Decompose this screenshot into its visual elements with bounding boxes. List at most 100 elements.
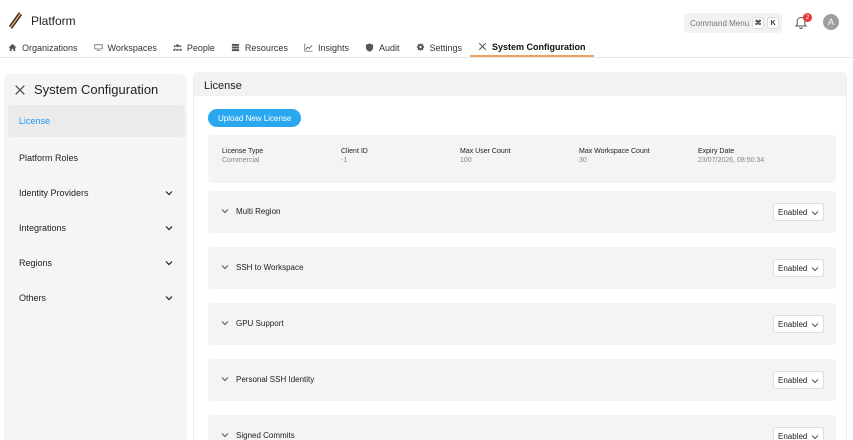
chevron-down-icon: [811, 211, 819, 216]
nav-label: Resources: [244, 42, 288, 53]
feature-status-value: Enabled: [778, 431, 808, 440]
chevron-down-icon: [811, 435, 819, 440]
max-user-count-value: 100: [460, 157, 472, 164]
home-icon: [8, 43, 17, 52]
config-sidebar: System Configuration License Platform Ro…: [4, 74, 187, 440]
database-icon: [231, 43, 240, 52]
chevron-down-icon[interactable]: [221, 431, 229, 439]
feature-ssh-to-workspace[interactable]: SSH to Workspace Enabled: [208, 247, 836, 289]
sidebar-item-label: Others: [19, 292, 47, 303]
chevron-down-icon: [811, 267, 819, 272]
feature-status-select[interactable]: Enabled: [773, 315, 824, 333]
notification-badge: 2: [803, 13, 812, 22]
sidebar-menu: License Platform Roles Identity Provider…: [8, 105, 185, 315]
chevron-down-icon: [811, 379, 819, 384]
chevron-down-icon: [165, 190, 173, 195]
max-workspace-count-label: Max Workspace Count: [579, 148, 650, 155]
max-user-count-label: Max User Count: [460, 148, 511, 155]
k-key: K: [767, 17, 780, 29]
main-nav: Organizations Workspaces People Resource…: [0, 38, 594, 58]
chart-icon: [304, 43, 313, 52]
feature-name: Personal SSH Identity: [236, 375, 315, 384]
sidebar-item-label: Identity Providers: [19, 187, 89, 198]
chevron-down-icon[interactable]: [221, 319, 229, 327]
feature-status-select[interactable]: Enabled: [773, 259, 824, 277]
monitor-icon: [93, 44, 103, 51]
chevron-down-icon[interactable]: [221, 375, 229, 383]
command-menu-button[interactable]: Command Menu ⌘ K: [684, 13, 782, 33]
feature-status-value: Enabled: [778, 263, 808, 273]
feature-status-value: Enabled: [778, 319, 808, 329]
nav-resources[interactable]: Resources: [223, 38, 296, 57]
top-bar: Platform Command Menu ⌘ K 2 A Organizati…: [0, 0, 853, 58]
command-menu-label: Command Menu: [690, 18, 750, 28]
nav-label: People: [186, 42, 215, 53]
feature-multi-region[interactable]: Multi Region Enabled: [208, 191, 836, 233]
client-id-value: -1: [341, 157, 348, 164]
feature-name: Multi Region: [236, 207, 281, 216]
nav-people[interactable]: People: [165, 38, 223, 57]
nav-label: Audit: [378, 42, 400, 53]
expiry-date-value: 23/07/2026, 08:50:34: [698, 157, 765, 164]
feature-gpu-support[interactable]: GPU Support Enabled: [208, 303, 836, 345]
sidebar-item-label: Regions: [19, 257, 53, 268]
sidebar-item-label: Platform Roles: [19, 152, 79, 163]
nav-insights[interactable]: Insights: [296, 38, 357, 57]
sidebar-item-others[interactable]: Others: [8, 280, 185, 315]
chevron-down-icon: [165, 225, 173, 230]
nav-label: Workspaces: [107, 42, 157, 53]
logo-icon[interactable]: [7, 10, 23, 30]
feature-name: Signed Commits: [236, 431, 295, 440]
feature-status-select[interactable]: Enabled: [773, 427, 824, 440]
max-workspace-count-field: Max Workspace Count 30: [579, 148, 650, 164]
feature-status-select[interactable]: Enabled: [773, 371, 824, 389]
nav-workspaces[interactable]: Workspaces: [86, 38, 165, 57]
sidebar-item-regions[interactable]: Regions: [8, 245, 185, 280]
feature-personal-ssh-identity[interactable]: Personal SSH Identity Enabled: [208, 359, 836, 401]
chevron-down-icon: [165, 260, 173, 265]
app-title: Platform: [31, 14, 76, 28]
nav-system-configuration[interactable]: System Configuration: [470, 38, 594, 57]
feature-status-value: Enabled: [778, 375, 808, 385]
sidebar-item-platform-roles[interactable]: Platform Roles: [8, 140, 185, 175]
sidebar-item-integrations[interactable]: Integrations: [8, 210, 185, 245]
nav-organizations[interactable]: Organizations: [0, 38, 86, 57]
nav-label: Insights: [317, 42, 349, 53]
client-id-field: Client ID -1: [341, 148, 368, 164]
panel-title: License: [194, 73, 846, 96]
cmd-key: ⌘: [752, 17, 765, 29]
nav-settings[interactable]: Settings: [408, 38, 471, 57]
expiry-date-field: Expiry Date 23/07/2026, 08:50:34: [698, 148, 764, 164]
sidebar-item-identity-providers[interactable]: Identity Providers: [8, 175, 185, 210]
feature-name: GPU Support: [236, 319, 284, 328]
sidebar-title: System Configuration: [34, 82, 159, 97]
client-id-label: Client ID: [341, 148, 368, 155]
feature-status-select[interactable]: Enabled: [773, 203, 824, 221]
avatar[interactable]: A: [823, 14, 839, 30]
chevron-down-icon[interactable]: [221, 207, 229, 215]
tools-icon: [15, 84, 25, 95]
max-workspace-count-value: 30: [579, 157, 587, 164]
upload-license-button[interactable]: Upload New License: [208, 109, 302, 127]
nav-label: Organizations: [22, 42, 78, 53]
max-user-count-field: Max User Count 100: [460, 148, 511, 164]
sidebar-item-label: License: [19, 116, 51, 126]
license-panel: License Upload New License License Type …: [193, 72, 847, 440]
nav-label: System Configuration: [492, 41, 586, 52]
chevron-down-icon: [811, 323, 819, 328]
nav-label: Settings: [429, 42, 463, 53]
feature-status-value: Enabled: [778, 207, 808, 217]
sidebar-header: System Configuration: [14, 82, 158, 97]
sidebar-item-license[interactable]: License: [8, 105, 185, 137]
license-type-label: License Type: [222, 148, 264, 155]
sidebar-item-label: Integrations: [19, 222, 67, 233]
feature-signed-commits[interactable]: Signed Commits Enabled: [208, 415, 836, 440]
gear-icon: [416, 43, 424, 51]
chevron-down-icon[interactable]: [221, 263, 229, 271]
people-icon: [172, 44, 182, 51]
license-type-field: License Type Commercial: [222, 148, 263, 164]
feature-name: SSH to Workspace: [236, 263, 304, 272]
license-details: License Type Commercial Client ID -1 Max…: [208, 135, 836, 183]
nav-audit[interactable]: Audit: [357, 38, 408, 57]
shield-icon: [365, 43, 374, 52]
